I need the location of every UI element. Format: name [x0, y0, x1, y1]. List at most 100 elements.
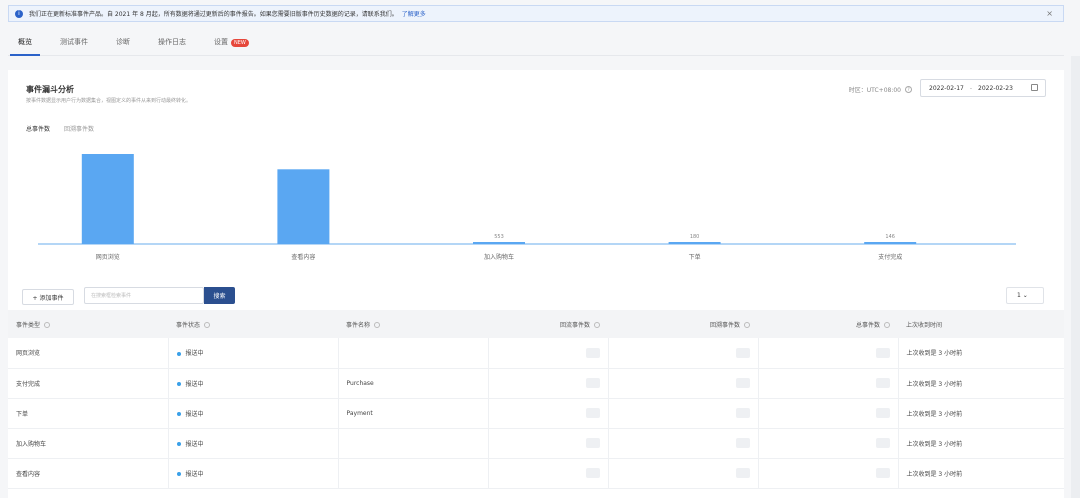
table-row[interactable]: 支付完成 报送中 Purchase 上次收到是 3 小时前 — [8, 368, 1064, 399]
status-dot-icon — [176, 382, 181, 386]
help-icon — [744, 322, 750, 328]
table-cell: 加入购物车 — [8, 428, 169, 459]
table-row[interactable]: 加入购物车 报送中 上次收到是 3 小时前 — [8, 428, 1064, 459]
bar-1[interactable] — [277, 169, 330, 244]
table-cell — [758, 368, 899, 399]
table-header-row: 事件类型 事件状态 事件名称 回流事件数 回溯事件数 总事件数 上次收到时间 — [8, 310, 1064, 338]
redacted-value — [585, 468, 600, 478]
help-icon[interactable]: ? — [905, 86, 912, 93]
table-cell: 报送中 — [168, 458, 339, 489]
table-body: 网页浏览 报送中 上次收到是 3 小时前 支付完成 报送中 Purchase 上次收到是 3… — [8, 338, 1064, 489]
calendar-icon — [1031, 84, 1038, 91]
chart-tab-total[interactable]: 总事件数 — [26, 124, 50, 133]
table-cell: 查看内容 — [8, 458, 169, 489]
cell-text: 下单 — [16, 410, 29, 418]
cell-text: 上次收到是 3 小时前 — [906, 350, 963, 358]
table-cell: 报送中 — [168, 368, 339, 399]
timezone-label: 时区：UTC+08:00 — [848, 87, 901, 94]
status-dot-icon — [176, 351, 181, 356]
tab-overview[interactable]: 概览 — [8, 37, 42, 56]
redacted-value — [585, 438, 600, 448]
chart-tab-returned[interactable]: 回溯事件数 — [64, 124, 94, 133]
funnel-chart-svg: 网页浏览 查看内容 加入购物车 553 下单 180 支付完成 146 — [38, 154, 1016, 261]
table-cell — [758, 458, 899, 489]
date-end: 2022-02-23 — [978, 84, 1013, 92]
tab-activity-log[interactable]: 操作日志 — [148, 37, 196, 55]
table-cell: 报送中 — [168, 398, 339, 429]
data-label: 553 — [494, 234, 504, 240]
close-icon[interactable]: × — [1046, 9, 1053, 18]
add-event-button[interactable]: + 添加事件 — [22, 289, 74, 305]
col-header[interactable]: 事件名称 — [338, 310, 488, 338]
scrollbar[interactable] — [1071, 56, 1080, 498]
table-cell — [488, 458, 609, 489]
table-row[interactable]: 查看内容 报送中 上次收到是 3 小时前 — [8, 458, 1064, 489]
tab-label: 操作日志 — [158, 38, 186, 46]
x-tick-label: 查看内容 — [291, 253, 315, 261]
cell-text: 报送中 — [185, 380, 204, 388]
redacted-value — [585, 347, 600, 358]
help-icon — [204, 322, 211, 328]
table-cell: 上次收到是 3 小时前 — [898, 368, 1064, 399]
tab-label: 诊断 — [116, 38, 130, 46]
col-header[interactable]: 总事件数 — [758, 310, 898, 338]
col-header[interactable]: 回溯事件数 — [608, 310, 758, 338]
table-cell — [488, 428, 609, 459]
redacted-value — [735, 408, 750, 418]
date-range-picker[interactable]: 2022-02-17 - 2022-02-23 — [920, 79, 1046, 97]
bar-2[interactable] — [473, 242, 525, 244]
help-icon — [594, 322, 600, 328]
table-cell — [488, 368, 609, 399]
cell-text: 报送中 — [185, 440, 204, 448]
page-selector[interactable]: 1 ⌄ — [1006, 287, 1044, 304]
col-header[interactable]: 回流事件数 — [488, 310, 608, 338]
col-header[interactable]: 事件状态 — [168, 310, 338, 338]
redacted-value — [875, 408, 890, 418]
info-icon: i — [15, 9, 23, 18]
table-cell — [338, 338, 489, 369]
cell-text: Purchase — [346, 379, 374, 387]
tab-diagnostics[interactable]: 诊断 — [106, 37, 140, 55]
table-row[interactable]: 下单 报送中 Payment 上次收到是 3 小时前 — [8, 398, 1064, 429]
table-cell: 上次收到是 3 小时前 — [898, 338, 1064, 369]
col-header[interactable]: 事件类型 — [8, 310, 168, 338]
cell-text: 上次收到是 3 小时前 — [906, 440, 963, 448]
data-label: 180 — [690, 234, 700, 240]
redacted-value — [735, 378, 750, 388]
date-separator: - — [969, 84, 973, 92]
col-header-label: 事件类型 — [16, 321, 41, 329]
bar-4[interactable] — [864, 242, 917, 244]
learn-more-link[interactable]: 了解更多 — [402, 9, 426, 18]
data-label: 146 — [885, 234, 895, 240]
search-input[interactable] — [84, 287, 204, 304]
cell-text: 加入购物车 — [16, 440, 47, 448]
table-row[interactable]: 网页浏览 报送中 上次收到是 3 小时前 — [8, 338, 1064, 369]
tab-test-events[interactable]: 测试事件 — [50, 37, 98, 55]
redacted-value — [585, 408, 600, 418]
section-subtitle: 按事件数据显示用户行为数据集合，视图定义的事件从来到行动最终转化。 — [26, 98, 192, 104]
tab-settings[interactable]: 设置 NEW — [204, 37, 259, 55]
bar-0[interactable] — [81, 154, 134, 244]
col-header-label: 事件名称 — [346, 321, 371, 329]
x-tick-label: 加入购物车 — [484, 253, 514, 261]
help-icon — [374, 322, 381, 328]
col-header[interactable]: 上次收到时间 — [898, 310, 1064, 338]
main-panel: 事件漏斗分析 按事件数据显示用户行为数据集合，视图定义的事件从来到行动最终转化。… — [8, 70, 1064, 498]
table-cell — [488, 338, 609, 369]
status-dot-icon — [176, 472, 181, 476]
chevron-down-icon: ⌄ — [1020, 292, 1028, 299]
redacted-value — [735, 468, 750, 478]
table-cell: Purchase — [338, 368, 489, 399]
cell-text: 网页浏览 — [16, 350, 41, 358]
tab-bar: 概览 测试事件 诊断 操作日志 设置 NEW — [8, 30, 1064, 56]
redacted-value — [875, 347, 890, 358]
date-start: 2022-02-17 — [929, 84, 964, 92]
bar-3[interactable] — [668, 242, 721, 244]
search-button[interactable]: 搜索 — [204, 287, 235, 304]
cell-text: Payment — [346, 409, 373, 417]
table-cell: 上次收到是 3 小时前 — [898, 428, 1064, 459]
notice-banner: i 我们正在更新标准事件产品。自 2021 年 8 月起，所有数据将通过更新后的… — [8, 5, 1064, 22]
tab-label: 测试事件 — [60, 38, 88, 46]
cell-text: 支付完成 — [16, 380, 41, 388]
table-cell — [758, 338, 899, 369]
